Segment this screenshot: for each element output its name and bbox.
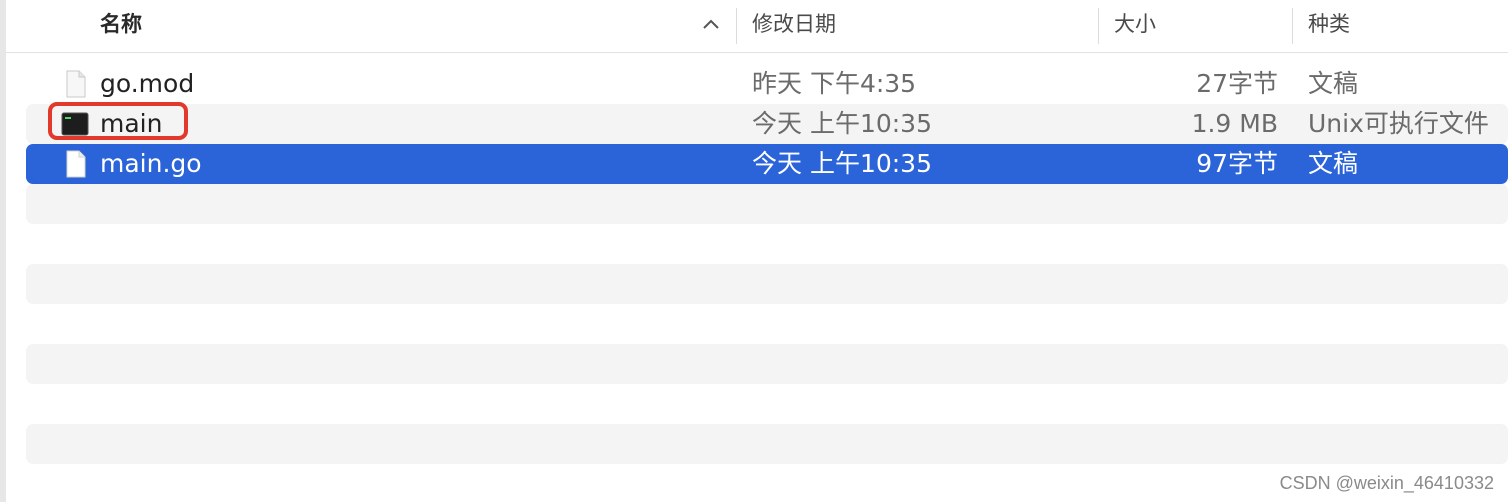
file-row-go-mod[interactable]: go.mod 昨天 下午4:35 27字节 文稿 xyxy=(26,64,1508,104)
file-kind: Unix可执行文件 xyxy=(1308,109,1489,138)
empty-row xyxy=(26,384,1508,424)
empty-row xyxy=(26,304,1508,344)
empty-row xyxy=(26,224,1508,264)
file-kind: 文稿 xyxy=(1308,69,1359,98)
file-name: main.go xyxy=(100,149,202,178)
file-row-main[interactable]: main 今天 上午10:35 1.9 MB Unix可执行文件 xyxy=(26,104,1508,144)
empty-row xyxy=(26,424,1508,464)
file-row-main-go[interactable]: main.go 今天 上午10:35 97字节 文稿 xyxy=(26,144,1508,184)
annotation-highlight-box xyxy=(48,102,188,140)
column-header-size[interactable]: 大小 xyxy=(1114,0,1156,48)
watermark: CSDN @weixin_46410332 xyxy=(1279,473,1494,493)
empty-row xyxy=(26,184,1508,224)
document-icon xyxy=(66,70,86,98)
empty-row xyxy=(26,344,1508,384)
column-divider[interactable] xyxy=(1098,8,1099,44)
finder-window: 名称 修改日期 大小 种类 go.mod 昨天 下午4:35 27字节 文稿 m… xyxy=(0,0,1508,502)
file-size: 27字节 xyxy=(1196,69,1278,98)
column-header-name[interactable]: 名称 xyxy=(100,0,142,48)
file-name: go.mod xyxy=(100,69,195,98)
column-divider[interactable] xyxy=(736,8,737,44)
file-size: 97字节 xyxy=(1196,149,1278,178)
file-date: 今天 上午10:35 xyxy=(752,149,932,178)
column-header-date[interactable]: 修改日期 xyxy=(752,0,836,48)
file-size: 1.9 MB xyxy=(1191,109,1278,138)
list-header: 名称 修改日期 大小 种类 xyxy=(6,0,1508,53)
chevron-up-icon[interactable] xyxy=(700,14,722,36)
file-list: go.mod 昨天 下午4:35 27字节 文稿 main 今天 上午10:35… xyxy=(26,64,1508,464)
empty-row xyxy=(26,264,1508,304)
file-kind: 文稿 xyxy=(1308,149,1359,178)
column-header-kind[interactable]: 种类 xyxy=(1308,0,1350,48)
file-date: 今天 上午10:35 xyxy=(752,109,932,138)
file-date: 昨天 下午4:35 xyxy=(752,69,917,98)
column-divider[interactable] xyxy=(1292,8,1293,44)
document-icon xyxy=(66,150,86,178)
window-left-edge xyxy=(0,0,6,502)
